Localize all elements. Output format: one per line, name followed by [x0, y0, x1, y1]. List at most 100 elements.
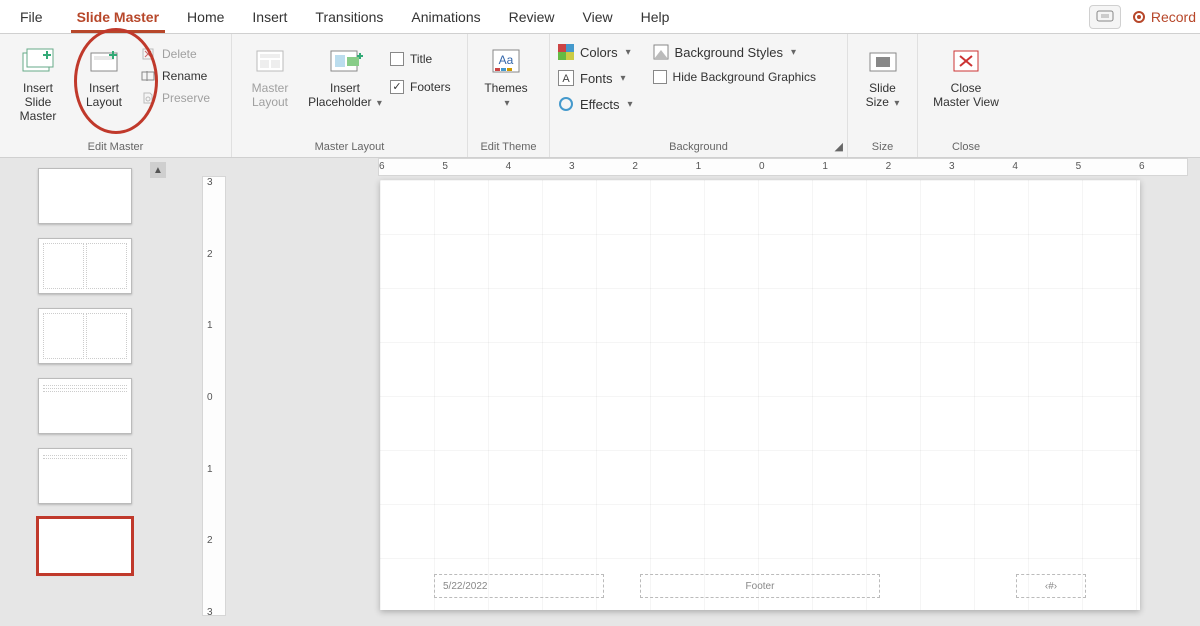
layout-thumbnail[interactable] [38, 308, 132, 364]
tab-insert[interactable]: Insert [238, 0, 301, 33]
ruler-tick: 5 [442, 161, 448, 172]
slide-number-placeholder-text: ‹#› [1045, 581, 1057, 592]
slide-grid [380, 180, 1140, 610]
group-edit-theme: Aa Themes▾ Edit Theme [468, 34, 550, 157]
ruler-tick: 3 [949, 161, 955, 172]
chevron-down-icon: ▾ [791, 47, 796, 58]
svg-text:Aa: Aa [499, 53, 514, 67]
date-placeholder[interactable]: 5/22/2022 [434, 574, 604, 598]
rename-label: Rename [162, 69, 207, 83]
group-edit-theme-label: Edit Theme [476, 139, 541, 157]
group-master-layout: Master Layout Insert Placeholder ▾ Title… [232, 34, 468, 157]
layout-thumbnail[interactable] [38, 448, 132, 504]
footer-placeholder-text: Footer [746, 581, 775, 592]
ribbon: Insert Slide Master Insert Layout Delete [0, 34, 1200, 158]
ruler-tick: 1 [207, 464, 213, 475]
background-styles-button[interactable]: Background Styles ▾ [653, 44, 816, 60]
fonts-label: Fonts [580, 71, 613, 86]
preserve-icon [140, 90, 156, 106]
themes-label: Themes▾ [484, 82, 527, 110]
colors-button[interactable]: Colors ▾ [558, 44, 633, 60]
checkbox-empty-icon [390, 52, 404, 66]
slide-size-icon [865, 44, 901, 78]
themes-button[interactable]: Aa Themes▾ [476, 42, 536, 110]
chevron-down-icon: ▾ [377, 98, 382, 109]
record-icon [1133, 11, 1145, 23]
background-dialog-launcher[interactable]: ◢ [835, 140, 843, 153]
slide-number-placeholder[interactable]: ‹#› [1016, 574, 1086, 598]
insert-placeholder-label: Insert Placeholder ▾ [308, 82, 382, 110]
group-master-layout-label: Master Layout [240, 139, 459, 157]
tab-home[interactable]: Home [173, 0, 238, 33]
background-styles-icon [653, 44, 669, 60]
master-layout-label: Master Layout [252, 82, 289, 110]
slide-canvas[interactable]: 5/22/2022 Footer ‹#› [380, 180, 1140, 610]
tab-animations[interactable]: Animations [397, 0, 494, 33]
ruler-tick: 0 [207, 392, 213, 403]
fonts-button[interactable]: A Fonts ▾ [558, 70, 633, 86]
editor-panel: 6543210123456 3210123 5/22/2022 Footer ‹… [170, 158, 1200, 626]
slide-size-button[interactable]: Slide Size ▾ [856, 42, 909, 110]
insert-placeholder-button[interactable]: Insert Placeholder ▾ [306, 42, 384, 110]
record-label: Record [1151, 9, 1196, 25]
group-size: Slide Size ▾ Size [848, 34, 918, 157]
hide-background-checkbox[interactable]: Hide Background Graphics [653, 70, 816, 84]
present-button[interactable] [1089, 5, 1121, 29]
ruler-tick: 2 [886, 161, 892, 172]
effects-icon [558, 96, 574, 112]
layout-thumbnail[interactable] [38, 378, 132, 434]
checkbox-checked-icon: ✓ [390, 80, 404, 94]
tab-transitions[interactable]: Transitions [301, 0, 397, 33]
layout-thumbnail[interactable] [38, 238, 132, 294]
tab-slide-master[interactable]: Slide Master [63, 0, 173, 33]
ruler-tick: 3 [207, 177, 213, 188]
preserve-button[interactable]: Preserve [140, 90, 210, 106]
ruler-tick: 3 [569, 161, 575, 172]
tab-help[interactable]: Help [627, 0, 684, 33]
group-edit-master-label: Edit Master [8, 139, 223, 157]
master-layout-button[interactable]: Master Layout [240, 42, 300, 110]
footers-checkbox-label: Footers [410, 80, 451, 94]
tab-review[interactable]: Review [495, 0, 569, 33]
scroll-up-button[interactable]: ▲ [150, 162, 166, 178]
svg-text:A: A [562, 73, 570, 85]
title-checkbox[interactable]: Title [390, 52, 451, 66]
chevron-down-icon: ▾ [626, 47, 631, 58]
group-close: Close Master View Close [918, 34, 1014, 157]
layout-thumbnail-selected[interactable] [38, 518, 132, 574]
effects-button[interactable]: Effects ▾ [558, 96, 633, 112]
record-button[interactable]: Record [1133, 9, 1196, 25]
insert-layout-label: Insert Layout [86, 82, 122, 110]
delete-label: Delete [162, 47, 197, 61]
ruler-tick: 2 [207, 249, 213, 260]
footers-checkbox[interactable]: ✓ Footers [390, 80, 451, 94]
master-layout-icon [252, 44, 288, 78]
rename-button[interactable]: Rename [140, 68, 210, 84]
layout-thumbnail[interactable] [38, 168, 132, 224]
group-background: Colors ▾ A Fonts ▾ Effects ▾ [550, 34, 848, 157]
ruler-tick: 0 [759, 161, 765, 172]
ruler-tick: 2 [632, 161, 638, 172]
tab-view[interactable]: View [569, 0, 627, 33]
close-master-view-label: Close Master View [933, 82, 999, 110]
insert-slide-master-icon [20, 44, 56, 78]
insert-placeholder-icon [327, 44, 363, 78]
group-background-label: Background [558, 139, 839, 157]
chevron-down-icon: ▾ [628, 99, 633, 110]
thumbnail-pane[interactable]: ▲ [0, 158, 170, 626]
tab-strip: File Slide Master Home Insert Transition… [0, 0, 1200, 34]
insert-layout-icon [86, 44, 122, 78]
close-master-view-button[interactable]: Close Master View [926, 42, 1006, 110]
ruler-tick: 4 [1012, 161, 1018, 172]
colors-icon [558, 44, 574, 60]
fonts-icon: A [558, 70, 574, 86]
insert-slide-master-button[interactable]: Insert Slide Master [8, 42, 68, 123]
slide-size-label: Slide Size ▾ [866, 82, 900, 110]
ruler-tick: 5 [1076, 161, 1082, 172]
tab-file[interactable]: File [0, 0, 63, 33]
present-icon [1096, 10, 1114, 24]
group-edit-master: Insert Slide Master Insert Layout Delete [0, 34, 232, 157]
delete-button[interactable]: Delete [140, 46, 210, 62]
insert-layout-button[interactable]: Insert Layout [74, 42, 134, 110]
footer-placeholder[interactable]: Footer [640, 574, 880, 598]
